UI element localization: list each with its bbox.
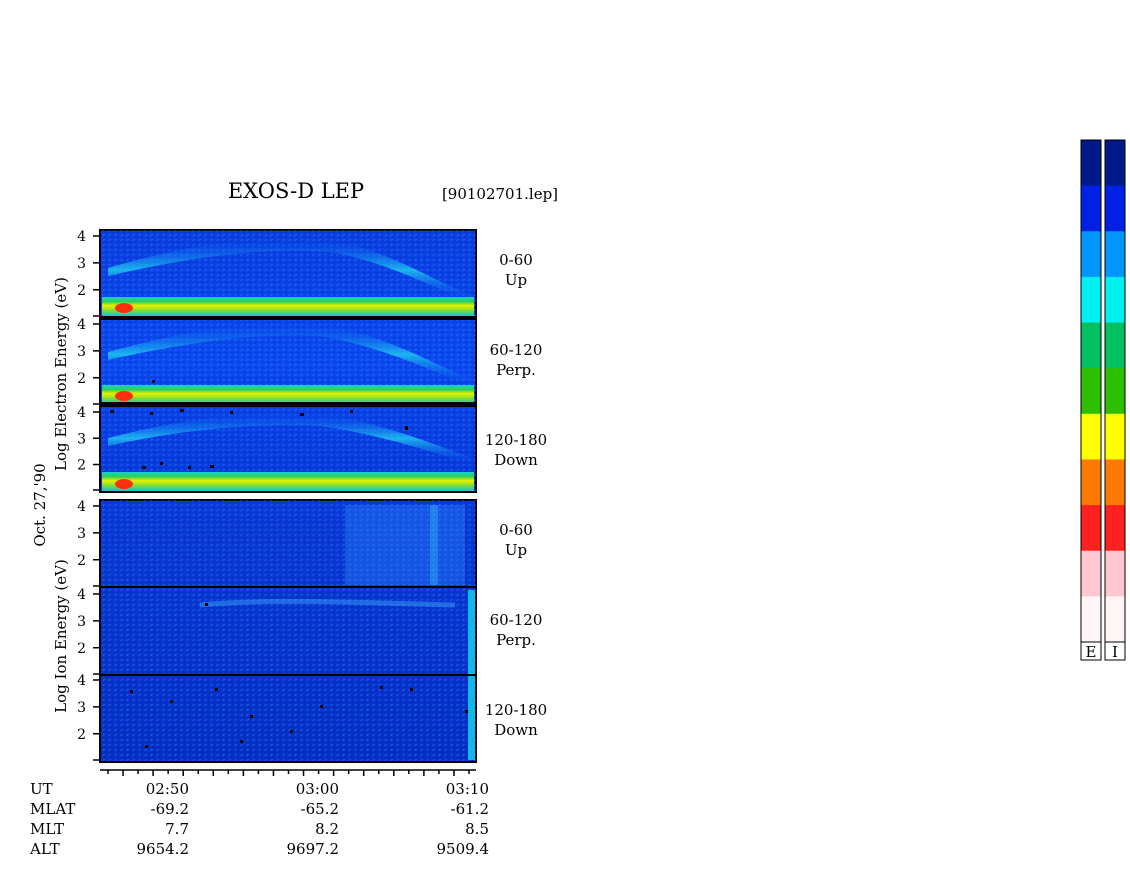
- electron-colorbar: E: [1080, 139, 1102, 661]
- panel-direction-label: Up: [505, 271, 527, 289]
- ephemeris-value: -69.2: [151, 800, 189, 818]
- ephemeris-row-label: MLT: [30, 820, 64, 838]
- ephemeris-value: 8.5: [465, 820, 489, 838]
- colorbar-segment: [1081, 185, 1101, 232]
- electron-spectrogram: [99, 229, 477, 493]
- y-tick-label: 2: [77, 371, 86, 387]
- panel-range-label: 0-60: [499, 251, 533, 269]
- colorbar-segment: [1081, 322, 1101, 369]
- panel-direction-label: Down: [494, 451, 538, 469]
- colorbar-segment: [1105, 185, 1125, 232]
- colorbar-segment: [1081, 550, 1101, 597]
- colorbar-segment: [1081, 505, 1101, 552]
- y-tick-label: 3: [77, 256, 86, 272]
- panel-labels: 0-60 Up 60-120 Perp. 120-180 Down 0-60 Up 60-120…: [485, 251, 547, 739]
- y-tick-label: 2: [77, 458, 86, 474]
- colorbar-segment: [1081, 459, 1101, 506]
- colorbar-segment: [1105, 596, 1125, 643]
- electron-up-band: [102, 297, 474, 316]
- x-ticks: [107, 770, 470, 776]
- panel-range-label: 60-120: [490, 341, 543, 359]
- panel-range-label: 120-180: [485, 701, 547, 719]
- date-label: Oct. 27,'90: [31, 463, 49, 546]
- ephemeris-value: -61.2: [451, 800, 489, 818]
- colorbar-segment: [1105, 368, 1125, 415]
- ephemeris-table: UT 02:50 03:00 03:10 MLAT -69.2 -65.2 -61.2 MLT 7…: [29, 780, 489, 858]
- ephemeris-row-label: UT: [30, 780, 53, 798]
- panel-direction-label: Perp.: [496, 361, 536, 379]
- ephemeris-value: 7.7: [165, 820, 189, 838]
- y-tick-label: 2: [77, 283, 86, 299]
- colorbar-label: E: [1086, 643, 1097, 661]
- ephemeris-row-label: MLAT: [30, 800, 75, 818]
- colorbar-segment: [1105, 140, 1125, 187]
- panel-direction-label: Perp.: [496, 631, 536, 649]
- y-tick-label: 4: [77, 229, 86, 245]
- figure-title: EXOS-D LEP: [228, 179, 364, 203]
- ion-spectrogram: [99, 499, 477, 763]
- colorbar-segment: [1105, 459, 1125, 506]
- y-tick-label: 2: [77, 727, 86, 743]
- ephemeris-value: 02:50: [146, 780, 189, 798]
- colorbar-segment: [1105, 231, 1125, 278]
- ephemeris-value: 8.2: [315, 820, 339, 838]
- ephemeris-value: -65.2: [301, 800, 339, 818]
- colorbar-segment: [1081, 368, 1101, 415]
- ephemeris-value: 9509.4: [437, 840, 490, 858]
- y-tick-label: 3: [77, 700, 86, 716]
- y-axes: 4 3 2 4 3 2 4 3 2 4 3 2 4 3 2 4 3 2: [77, 229, 100, 761]
- y-tick-label: 3: [77, 614, 86, 630]
- y-tick-label: 4: [77, 405, 86, 421]
- panel-range-label: 120-180: [485, 431, 547, 449]
- y-tick-label: 3: [77, 344, 86, 360]
- panel-range-label: 0-60: [499, 521, 533, 539]
- electron-down-band: [102, 472, 474, 491]
- y-tick-label: 3: [77, 526, 86, 542]
- ephemeris-value: 9697.2: [287, 840, 340, 858]
- colorbar-segment: [1081, 140, 1101, 187]
- y-tick-label: 2: [77, 641, 86, 657]
- colorbar-segment: [1081, 276, 1101, 324]
- ephemeris-value: 03:10: [446, 780, 489, 798]
- y-tick-label: 4: [77, 317, 86, 333]
- panel-direction-label: Up: [505, 541, 527, 559]
- lep-spectrogram-figure: EXOS-D LEP [90102701.lep] 43243243243243…: [29, 139, 1126, 858]
- ephemeris-value: 03:00: [296, 780, 339, 798]
- panel-direction-label: Down: [494, 721, 538, 739]
- colorbar-label: I: [1112, 643, 1118, 661]
- panel-range-label: 60-120: [490, 611, 543, 629]
- y-tick-label: 4: [77, 673, 86, 689]
- colorbar-segment: [1105, 550, 1125, 597]
- colorbar-segment: [1081, 231, 1101, 278]
- x-axis: [100, 769, 476, 776]
- y-tick-label: 3: [77, 431, 86, 447]
- colorbar-segment: [1105, 413, 1125, 460]
- electron-y-axis-label: Log Electron Energy (eV): [52, 277, 70, 471]
- file-label: [90102701.lep]: [442, 185, 558, 203]
- y-tick-label: 4: [77, 587, 86, 603]
- colorbar-segment: [1081, 413, 1101, 460]
- y-tick-label: 4: [77, 499, 86, 515]
- colorbar-segment: [1105, 276, 1125, 324]
- color-bars: E I: [1080, 139, 1126, 661]
- ion-up-enhancement: [345, 505, 465, 585]
- colorbar-segment: [1105, 322, 1125, 369]
- ephemeris-value: 9654.2: [137, 840, 190, 858]
- electron-perp-band: [102, 385, 474, 404]
- colorbar-segment: [1105, 505, 1125, 552]
- ephemeris-row-label: ALT: [29, 840, 60, 858]
- y-tick-label: 2: [77, 553, 86, 569]
- ion-colorbar: I: [1104, 139, 1126, 661]
- ion-y-axis-label: Log Ion Energy (eV): [52, 559, 70, 713]
- colorbar-segment: [1081, 596, 1101, 643]
